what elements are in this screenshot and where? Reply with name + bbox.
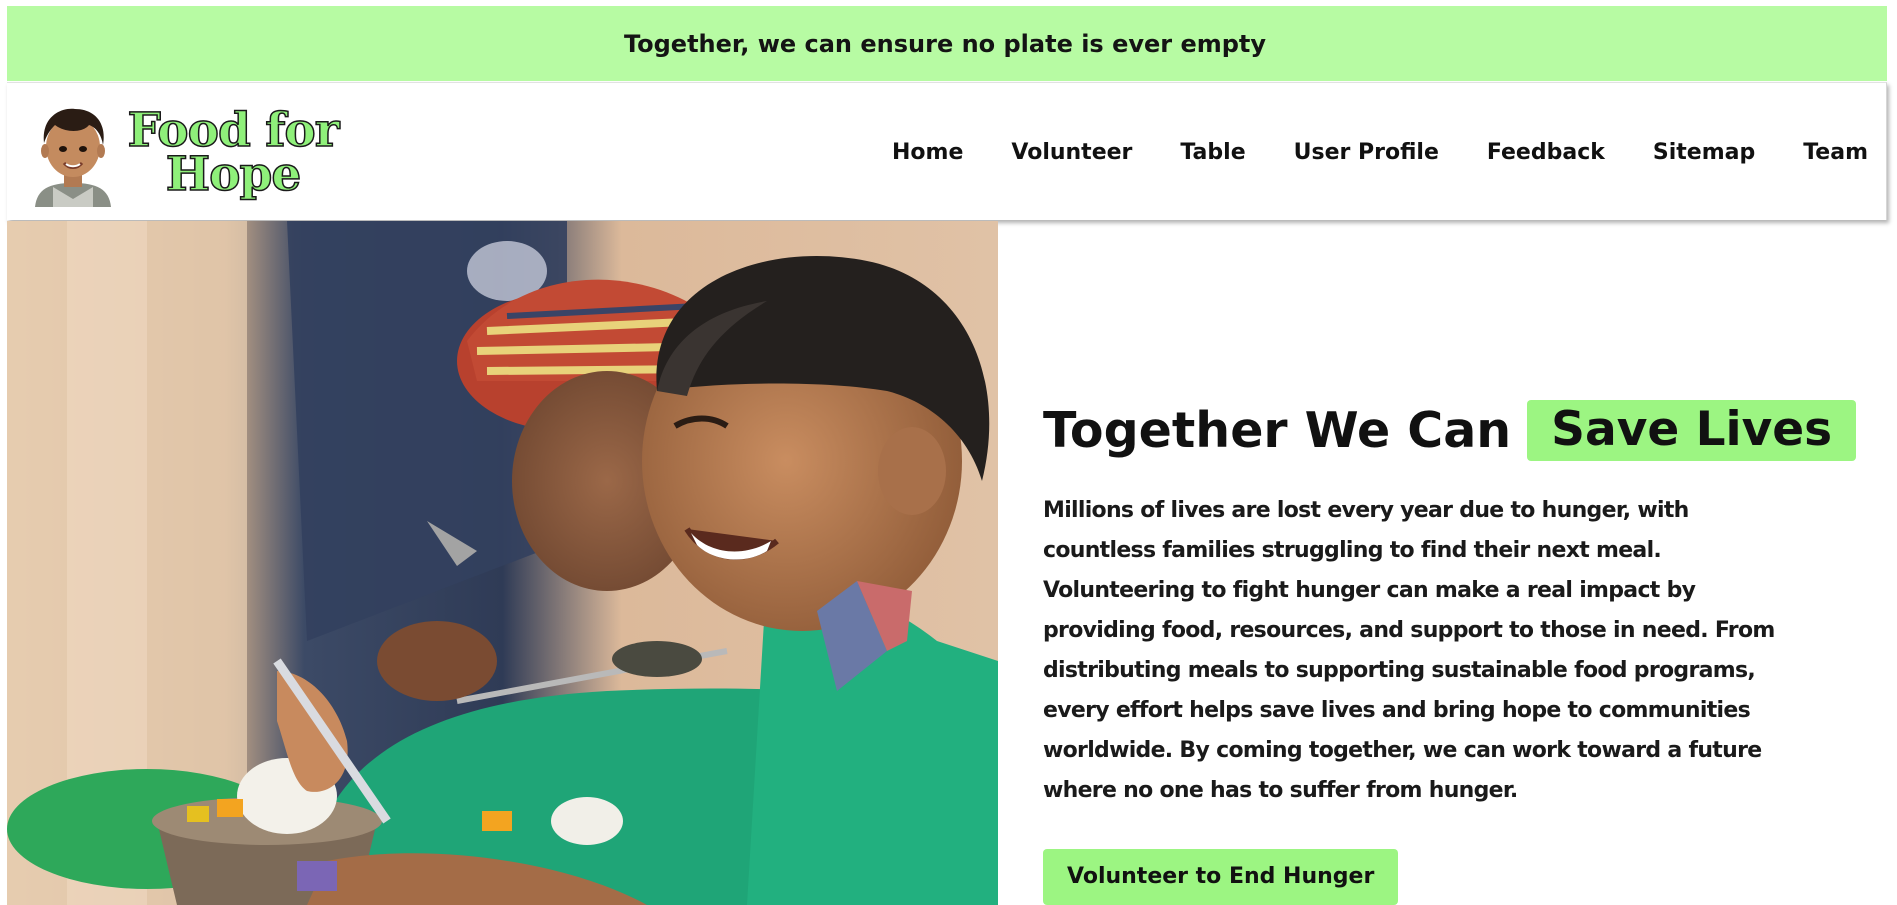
hero-description: Millions of lives are lost every year du… bbox=[1043, 498, 1775, 803]
site-header: Food for Hope Home Volunteer Table User … bbox=[7, 82, 1887, 220]
child-portrait-icon bbox=[31, 103, 115, 207]
page: Together, we can ensure no plate is ever… bbox=[0, 0, 1897, 905]
children-eating-photo-icon bbox=[7, 221, 998, 905]
nav-link-table[interactable]: Table bbox=[1180, 140, 1245, 165]
logo-wordmark: Food for Hope bbox=[123, 106, 343, 202]
announcement-bar: Together, we can ensure no plate is ever… bbox=[7, 6, 1887, 81]
hero-title: Together We Can Save Lives bbox=[1043, 400, 1857, 461]
hero-title-highlight: Save Lives bbox=[1527, 400, 1857, 461]
nav-link-feedback[interactable]: Feedback bbox=[1487, 140, 1605, 165]
logo-line-2: Hope bbox=[165, 147, 302, 202]
hero-title-plain: Together We Can bbox=[1043, 402, 1512, 459]
nav-link-user-profile[interactable]: User Profile bbox=[1294, 140, 1439, 165]
site-logo[interactable]: Food for Hope bbox=[31, 103, 351, 207]
announcement-text: Together, we can ensure no plate is ever… bbox=[623, 29, 1267, 58]
main-nav: Home Volunteer Table User Profile Feedba… bbox=[892, 83, 1868, 221]
volunteer-cta-button[interactable]: Volunteer to End Hunger bbox=[1043, 849, 1399, 905]
nav-link-home[interactable]: Home bbox=[892, 140, 963, 165]
nav-link-team[interactable]: Team bbox=[1803, 140, 1868, 165]
hero-photo bbox=[7, 221, 998, 905]
nav-link-sitemap[interactable]: Sitemap bbox=[1653, 140, 1755, 165]
hero-content: Together We Can Save Lives Millions of l… bbox=[1043, 400, 1857, 905]
nav-link-volunteer[interactable]: Volunteer bbox=[1011, 140, 1132, 165]
